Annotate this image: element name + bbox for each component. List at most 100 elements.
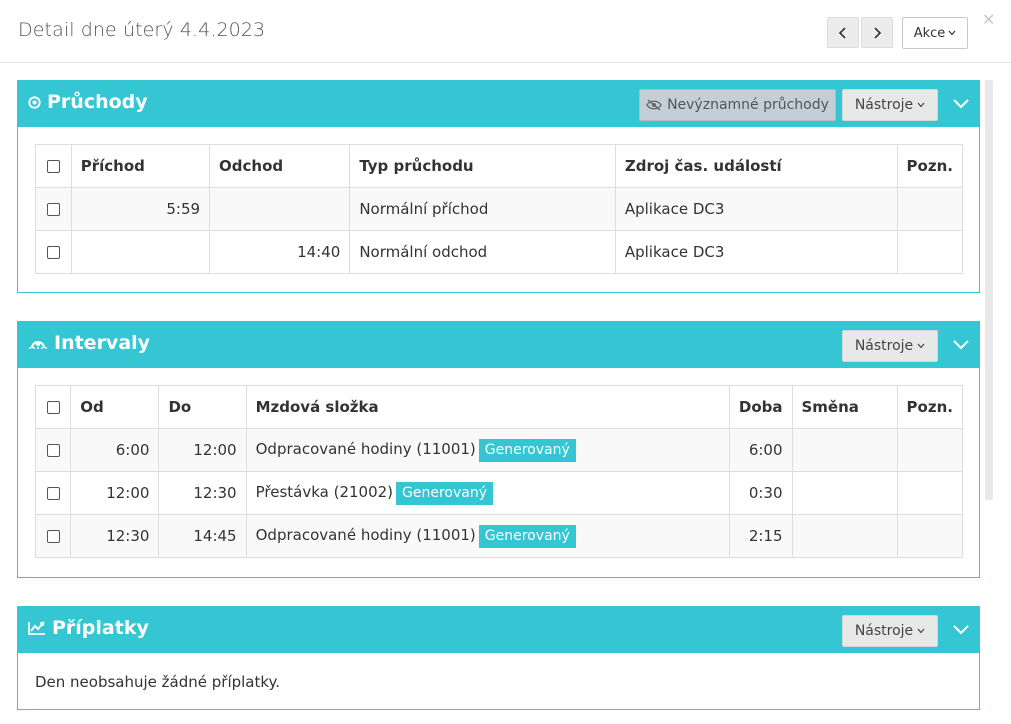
row-checkbox-cell — [34, 471, 72, 515]
od-cell: 6:00 — [70, 428, 160, 472]
table-row[interactable]: 6:00 12:00 Odpracované hodiny (11001) Gen… — [34, 428, 964, 472]
intervaly-title: Intervaly — [28, 332, 150, 354]
odchod-cell: 14:40 — [209, 230, 351, 274]
column-header[interactable]: Odchod — [209, 144, 351, 188]
column-header[interactable]: Mzdová složka — [245, 385, 730, 429]
select-all-checkbox-cell — [35, 144, 72, 188]
doba-cell: 2:15 — [728, 514, 793, 558]
intervaly-panel: Intervaly Nástroje Od Do Mzdová složka D… — [17, 321, 980, 578]
tools-label: Nástroje — [854, 338, 914, 354]
next-day-button[interactable] — [861, 17, 893, 48]
column-header[interactable]: Pozn. — [896, 144, 964, 188]
column-header[interactable]: Typ průchodu — [349, 144, 616, 188]
intervaly-table: Od Do Mzdová složka Doba Směna Pozn. 6:0… — [34, 385, 964, 558]
priplatky-tools-button[interactable]: Nástroje — [842, 615, 938, 647]
do-cell: 12:00 — [158, 428, 247, 472]
od-cell: 12:00 — [70, 471, 160, 515]
row-checkbox[interactable] — [46, 487, 60, 500]
previous-day-button[interactable] — [827, 17, 859, 48]
table-header-row: Od Do Mzdová složka Doba Směna Pozn. — [34, 385, 964, 429]
close-icon[interactable]: ✕ — [982, 10, 995, 29]
odchod-cell — [209, 187, 351, 231]
column-header[interactable]: Do — [158, 385, 247, 429]
priplatky-empty-text: Den neobsahuje žádné příplatky. — [35, 673, 281, 691]
pozn-cell — [896, 428, 964, 472]
priplatky-title: Příplatky — [28, 617, 149, 639]
mzdova-slozka-text: Odpracované hodiny (11001) — [255, 525, 476, 544]
table-header-row: Příchod Odchod Typ průchodu Zdroj čas. u… — [35, 144, 964, 188]
column-header[interactable]: Od — [70, 385, 160, 429]
insignificant-passages-button[interactable]: Nevýznamné průchody — [639, 89, 836, 121]
row-checkbox-cell — [35, 187, 72, 231]
od-cell: 12:30 — [70, 514, 160, 558]
target-icon — [28, 95, 41, 109]
chevron-down-icon — [917, 628, 925, 634]
pozn-cell — [896, 514, 964, 558]
prichod-cell: 5:59 — [70, 187, 211, 231]
chevron-down-icon — [948, 30, 956, 36]
chevron-left-icon — [838, 26, 846, 39]
chevron-down-icon — [953, 340, 969, 350]
generated-badge: Generovaný — [478, 524, 576, 548]
row-checkbox-cell — [34, 428, 72, 472]
doba-cell: 0:30 — [728, 471, 793, 515]
row-checkbox-cell — [34, 514, 72, 558]
select-all-checkbox[interactable] — [46, 401, 60, 414]
pruchody-collapse-button[interactable] — [950, 93, 972, 115]
row-checkbox[interactable] — [46, 203, 60, 216]
table-row[interactable]: 12:00 12:30 Přestávka (21002) Generovaný … — [34, 471, 964, 515]
chevron-down-icon — [953, 99, 969, 109]
tools-label: Nástroje — [854, 623, 914, 639]
tools-label: Nástroje — [854, 97, 914, 113]
pruchody-title: Průchody — [28, 91, 148, 113]
pruchody-title-text: Průchody — [47, 91, 148, 113]
priplatky-panel: Příplatky Nástroje Den neobsahuje žádné … — [17, 606, 980, 710]
pozn-cell — [896, 187, 964, 231]
column-header[interactable]: Směna — [791, 385, 898, 429]
column-header[interactable]: Pozn. — [896, 385, 964, 429]
modal-header: Detail dne úterý 4.4.2023 Akce ✕ — [0, 0, 1011, 63]
column-header[interactable]: Příchod — [70, 144, 211, 188]
pruchody-panel: Průchody Nevýznamné průchody Nástroje Př… — [17, 80, 980, 293]
priplatky-collapse-button[interactable] — [950, 619, 972, 641]
generated-badge: Generovaný — [396, 481, 494, 505]
intervaly-collapse-button[interactable] — [950, 334, 972, 356]
modal-title: Detail dne úterý 4.4.2023 — [18, 19, 266, 41]
intervaly-tools-button[interactable]: Nástroje — [842, 330, 938, 362]
smena-cell — [791, 428, 898, 472]
select-all-checkbox[interactable] — [46, 160, 60, 173]
chevron-right-icon — [874, 26, 882, 39]
pruchody-tools-button[interactable]: Nástroje — [842, 89, 938, 121]
row-checkbox[interactable] — [46, 444, 60, 457]
insignificant-passages-label: Nevýznamné průchody — [667, 97, 829, 113]
zdroj-cell: Aplikace DC3 — [614, 187, 898, 231]
column-header[interactable]: Doba — [728, 385, 793, 429]
akce-dropdown-button[interactable]: Akce — [902, 17, 968, 49]
mzdova-slozka-cell: Odpracované hodiny (11001) Generovaný — [245, 428, 730, 472]
intervals-icon — [29, 341, 47, 349]
pozn-cell — [896, 230, 964, 274]
intervaly-panel-header: Intervaly Nástroje — [18, 322, 979, 368]
do-cell: 12:30 — [158, 471, 247, 515]
table-row[interactable]: 5:59 Normální příchod Aplikace DC3 — [35, 187, 964, 231]
mzdova-slozka-text: Přestávka (21002) — [255, 482, 394, 501]
pozn-cell — [896, 471, 964, 515]
smena-cell — [791, 471, 898, 515]
column-header[interactable]: Zdroj čas. událostí — [614, 144, 898, 188]
smena-cell — [791, 514, 898, 558]
line-chart-icon — [28, 621, 45, 635]
akce-label: Akce — [913, 25, 946, 41]
select-all-checkbox-cell — [34, 385, 72, 429]
row-checkbox[interactable] — [46, 530, 60, 543]
scrollbar[interactable] — [985, 80, 993, 500]
typ-cell: Normální odchod — [349, 230, 616, 274]
doba-cell: 6:00 — [728, 428, 793, 472]
do-cell: 14:45 — [158, 514, 247, 558]
table-row[interactable]: 14:40 Normální odchod Aplikace DC3 — [35, 230, 964, 274]
chevron-down-icon — [917, 102, 925, 108]
table-row[interactable]: 12:30 14:45 Odpracované hodiny (11001) Ge… — [34, 514, 964, 558]
priplatky-title-text: Příplatky — [52, 617, 149, 639]
typ-cell: Normální příchod — [349, 187, 616, 231]
row-checkbox[interactable] — [46, 246, 60, 259]
generated-badge: Generovaný — [478, 438, 576, 462]
